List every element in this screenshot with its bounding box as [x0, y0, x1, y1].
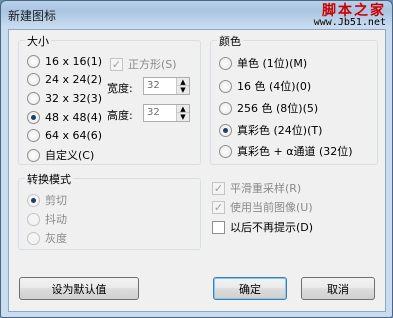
spin-down-icon[interactable]: ▼ [177, 86, 189, 94]
mode-radio-dither[interactable]: 抖动 [27, 211, 67, 227]
color-radio-256[interactable]: 256 色 (8位)(5) [219, 100, 318, 116]
color-radio-16[interactable]: 16 色 (4位)(0) [219, 78, 311, 94]
mode-group-label: 转换模式 [25, 171, 73, 187]
radio-icon [27, 129, 40, 142]
size-radio-custom[interactable]: 自定义(C) [27, 147, 94, 163]
radio-icon [219, 79, 232, 93]
height-spinner[interactable]: 32 ▲ ▼ [143, 104, 190, 122]
radio-icon [27, 231, 40, 245]
color-radio-label: 真彩色 (24位)(T) [237, 124, 323, 137]
radio-icon [219, 101, 232, 115]
check-icon: ✓ [212, 200, 225, 214]
watermark-site-name: 脚本之家 [322, 3, 386, 19]
color-radio-label: 真彩色 + α通道 (32位) [237, 145, 353, 158]
mode-radio-label: 抖动 [45, 213, 67, 226]
radio-icon [27, 92, 40, 105]
new-icon-dialog: 新建图标 脚本之家 www.Jb51.net 大小 16 x 16(1) 24 … [0, 0, 393, 318]
radio-icon [219, 144, 232, 158]
width-spin-buttons: ▲ ▼ [176, 78, 189, 94]
square-label: 正方形(S) [128, 58, 177, 71]
color-group-label: 颜色 [217, 33, 243, 49]
size-group-label: 大小 [25, 33, 51, 49]
cancel-button[interactable]: 取消 [301, 277, 375, 300]
size-radio-16[interactable]: 16 x 16(1) [27, 55, 102, 68]
radio-icon [219, 56, 232, 70]
window-title: 新建图标 [8, 9, 57, 23]
size-radio-64[interactable]: 64 x 64(6) [27, 129, 102, 142]
mode-radio-gray[interactable]: 灰度 [27, 230, 67, 246]
color-radio-label: 256 色 (8位)(5) [237, 102, 319, 115]
spin-up-icon[interactable]: ▲ [177, 105, 189, 113]
checkbox-box [212, 220, 225, 234]
set-default-button[interactable]: 设为默认值 [19, 277, 139, 300]
height-value: 32 [147, 107, 160, 118]
checkbox-label: 以后不再提示(D) [230, 221, 314, 234]
radio-icon [27, 148, 40, 162]
check-icon: ✓ [110, 57, 123, 71]
radio-icon [27, 73, 40, 86]
square-checkbox[interactable]: ✓ 正方形(S) [110, 56, 177, 72]
size-radio-label: 64 x 64(6) [45, 129, 103, 142]
size-radio-label: 48 x 48(4) [45, 111, 103, 124]
width-value: 32 [147, 80, 160, 91]
watermark: 脚本之家 www.Jb51.net [313, 3, 386, 29]
color-radio-truecolor[interactable]: 真彩色 (24位)(T) [219, 122, 322, 138]
color-radio-truecolor-alpha[interactable]: 真彩色 + α通道 (32位) [219, 143, 353, 159]
color-radio-label: 单色 (1位)(M) [237, 57, 308, 70]
height-spin-buttons: ▲ ▼ [176, 105, 189, 121]
dont-show-again-checkbox[interactable]: 以后不再提示(D) [212, 219, 313, 235]
title-bar[interactable]: 新建图标 脚本之家 www.Jb51.net [1, 1, 392, 29]
radio-icon [27, 111, 40, 124]
watermark-site-url: www.Jb51.net [313, 17, 386, 28]
check-icon: ✓ [212, 181, 225, 195]
height-label: 高度: [107, 109, 133, 122]
size-radio-label: 32 x 32(3) [45, 92, 103, 105]
size-radio-32[interactable]: 32 x 32(3) [27, 92, 102, 105]
radio-icon [27, 212, 40, 226]
size-radio-label: 自定义(C) [45, 149, 95, 162]
mode-radio-label: 剪切 [45, 194, 67, 207]
color-radio-mono[interactable]: 单色 (1位)(M) [219, 55, 307, 71]
mode-radio-crop[interactable]: 剪切 [27, 192, 67, 208]
color-radio-label: 16 色 (4位)(0) [237, 80, 312, 93]
size-radio-24[interactable]: 24 x 24(2) [27, 73, 102, 86]
size-radio-48[interactable]: 48 x 48(4) [27, 111, 102, 124]
ok-button[interactable]: 确定 [213, 277, 287, 300]
width-spinner[interactable]: 32 ▲ ▼ [143, 77, 190, 95]
checkbox-label: 平滑重采样(R) [230, 182, 302, 195]
dialog-body: 大小 16 x 16(1) 24 x 24(2) 32 x 32(3) 48 x… [8, 29, 386, 312]
mode-radio-label: 灰度 [45, 232, 67, 245]
width-label: 宽度: [107, 82, 133, 95]
radio-icon [27, 193, 40, 207]
spin-up-icon[interactable]: ▲ [177, 78, 189, 86]
size-radio-label: 24 x 24(2) [45, 73, 103, 86]
checkbox-label: 使用当前图像(U) [230, 201, 313, 214]
use-current-image-checkbox[interactable]: ✓ 使用当前图像(U) [212, 199, 313, 215]
radio-icon [27, 55, 40, 68]
smooth-resample-checkbox[interactable]: ✓ 平滑重采样(R) [212, 180, 301, 196]
size-radio-label: 16 x 16(1) [45, 55, 103, 68]
radio-icon [219, 123, 232, 137]
spin-down-icon[interactable]: ▼ [177, 113, 189, 121]
